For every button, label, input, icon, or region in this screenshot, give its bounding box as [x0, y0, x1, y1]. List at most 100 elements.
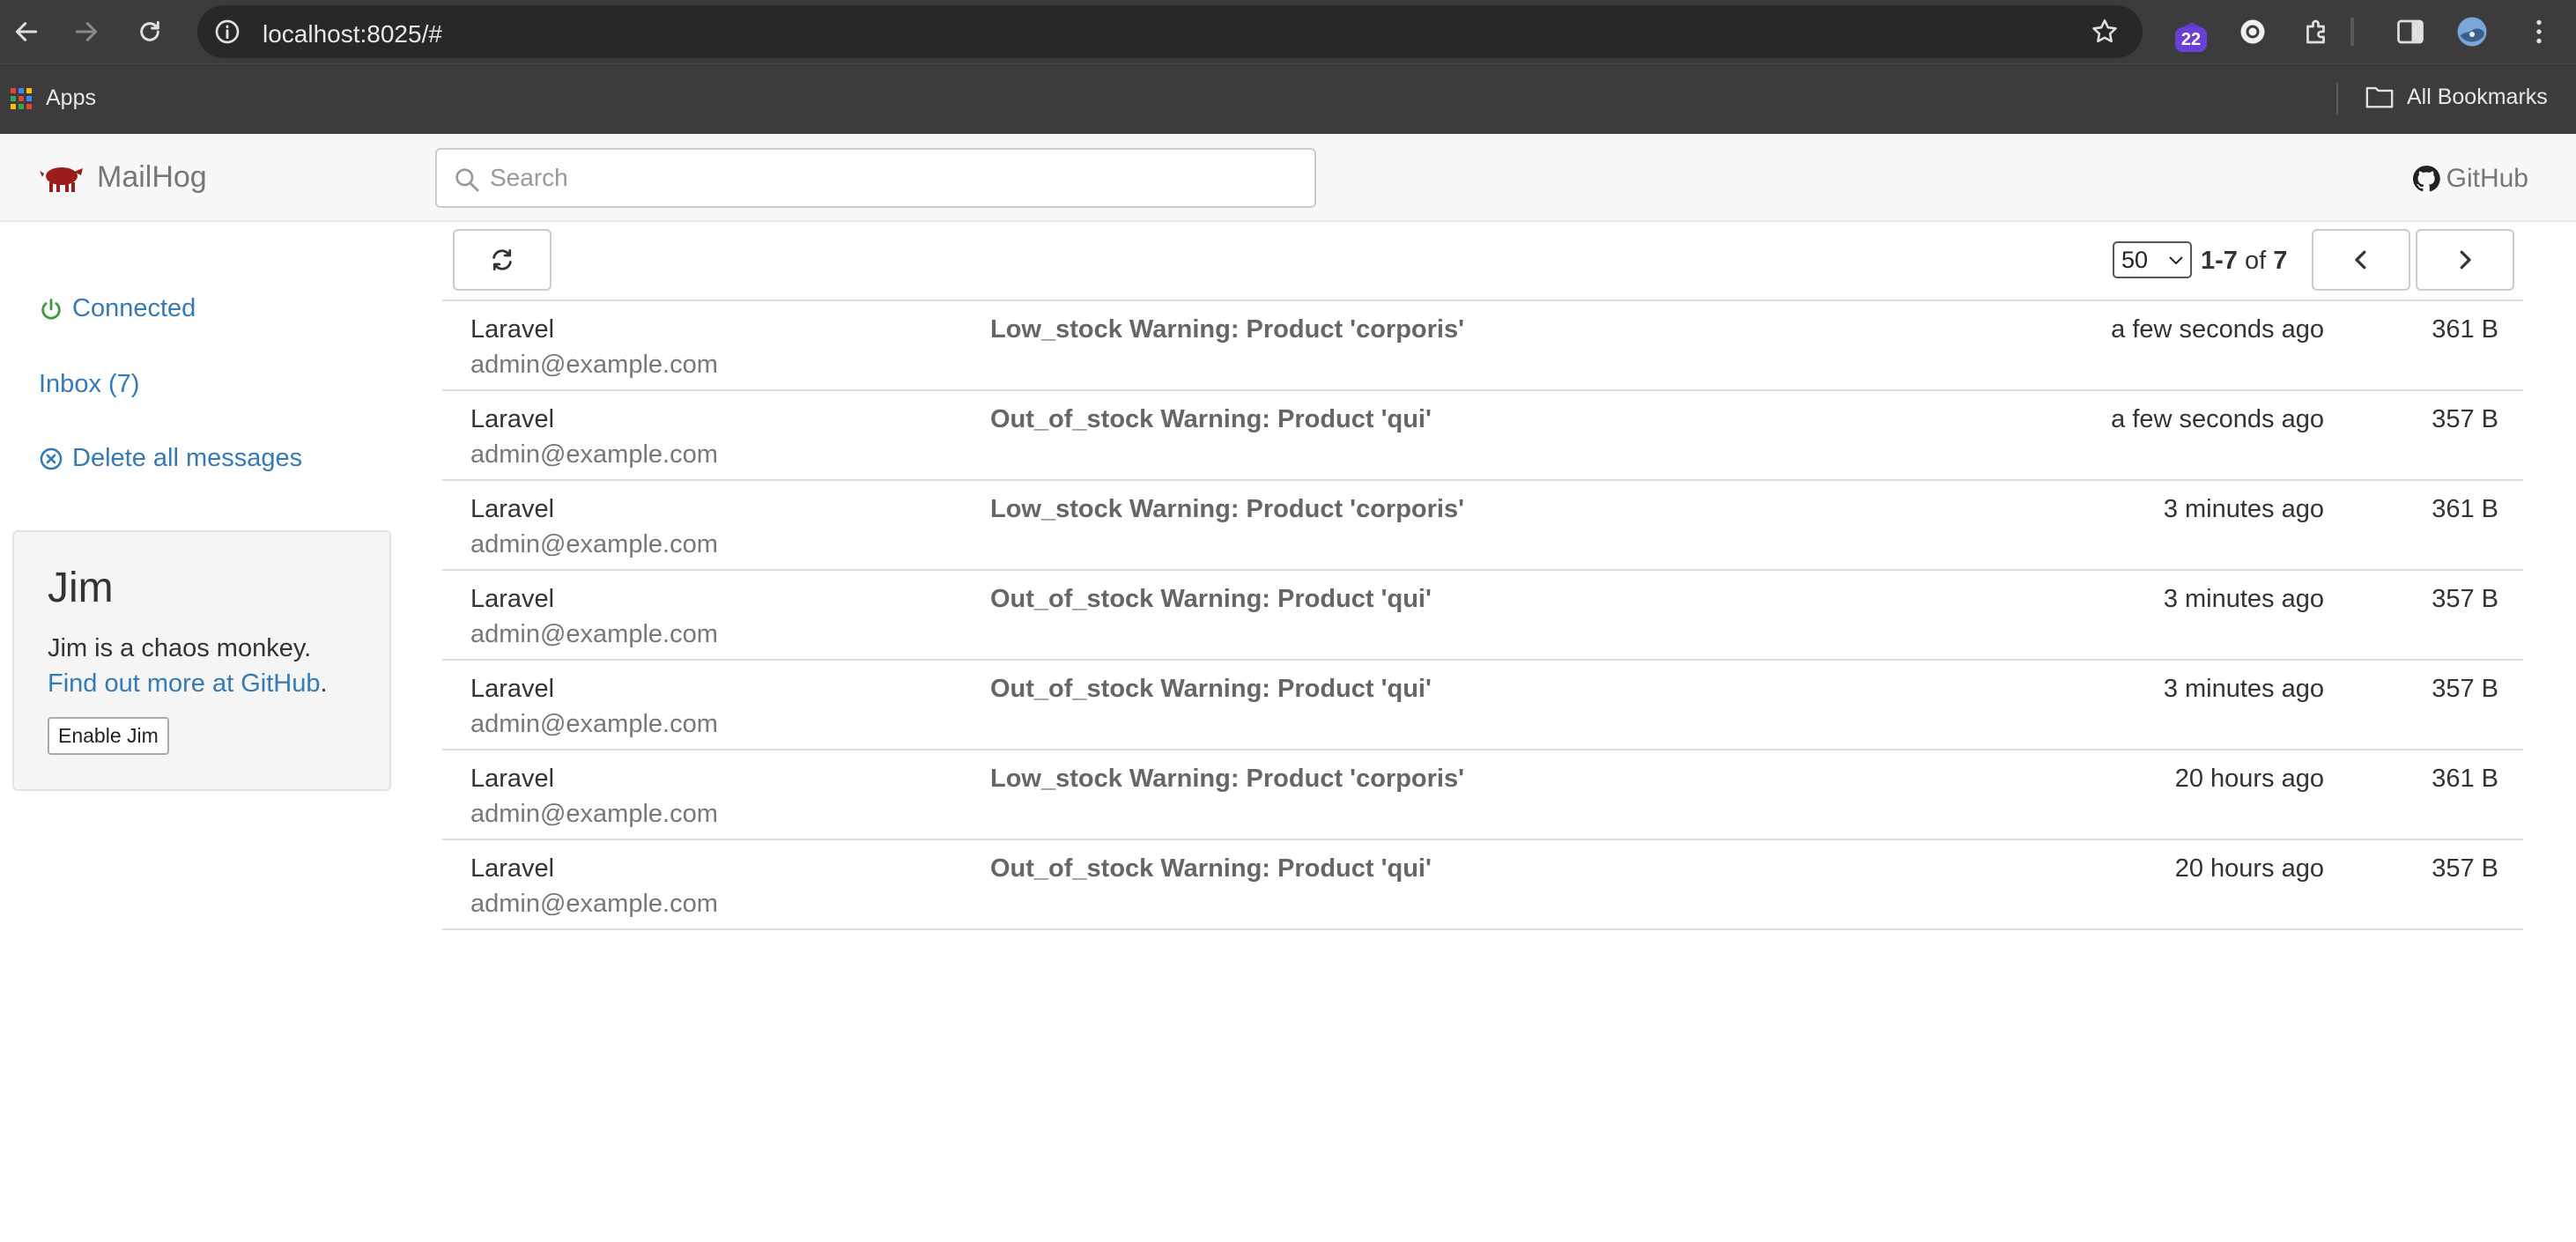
toolbar-divider — [2350, 18, 2354, 46]
delete-all-link[interactable]: Delete all messages — [39, 444, 302, 473]
github-label: GitHub — [2446, 164, 2528, 193]
chevron-right-icon — [2460, 250, 2471, 270]
message-size: 357 B — [2432, 854, 2498, 883]
message-row[interactable]: Laravel admin@example.com Out_of_stock W… — [442, 840, 2523, 930]
bookmark-star-icon[interactable] — [2090, 17, 2120, 47]
page-size-select[interactable]: 50 — [2113, 241, 2192, 278]
all-bookmarks-button[interactable]: All Bookmarks — [2365, 84, 2548, 110]
message-size: 361 B — [2432, 765, 2498, 793]
pig-logo-icon — [40, 166, 83, 192]
message-time: 3 minutes ago — [2163, 585, 2324, 613]
message-from: Laravel — [470, 405, 555, 433]
github-icon — [2412, 166, 2440, 192]
message-size: 357 B — [2432, 585, 2498, 613]
inbox-label: Inbox (7) — [39, 370, 140, 398]
message-size: 357 B — [2432, 405, 2498, 433]
chevron-left-icon — [2355, 250, 2366, 270]
message-list: Laravel admin@example.com Low_stock Warn… — [442, 299, 2523, 930]
message-address: admin@example.com — [470, 620, 718, 648]
address-bar[interactable]: localhost:8025/# — [197, 5, 2143, 58]
apps-grid-icon — [11, 87, 32, 109]
message-subject: Low_stock Warning: Product 'corporis' — [990, 765, 1464, 793]
extension-circle-icon — [2240, 19, 2265, 44]
message-row[interactable]: Laravel admin@example.com Out_of_stock W… — [442, 571, 2523, 661]
message-size: 357 B — [2432, 675, 2498, 703]
message-address: admin@example.com — [470, 710, 718, 738]
message-time: 3 minutes ago — [2163, 675, 2324, 703]
apps-label: Apps — [46, 85, 96, 110]
message-subject: Out_of_stock Warning: Product 'qui' — [990, 854, 1432, 883]
message-address: admin@example.com — [470, 890, 718, 918]
sidebar: Connected Inbox (7) Delete all messages … — [0, 224, 405, 1242]
extension-circle[interactable] — [2235, 14, 2270, 49]
remove-circle-icon — [40, 447, 63, 469]
brand-link[interactable]: MailHog — [39, 160, 207, 195]
inbox-link[interactable]: Inbox (7) — [39, 370, 139, 399]
message-from: Laravel — [470, 315, 555, 344]
message-time: a few seconds ago — [2111, 405, 2324, 433]
kebab-menu-icon — [2536, 19, 2542, 44]
message-subject: Low_stock Warning: Product 'corporis' — [990, 495, 1464, 523]
puzzle-icon — [2306, 19, 2325, 44]
folder-icon — [2365, 86, 2394, 108]
back-button[interactable] — [9, 14, 44, 49]
side-panel-button[interactable] — [2393, 14, 2428, 49]
bookmarks-divider — [2336, 82, 2338, 115]
bookmarks-bar: Apps All Bookmarks — [0, 63, 2576, 134]
browser-menu-button[interactable] — [2521, 14, 2557, 49]
reload-icon — [140, 20, 159, 41]
url-text: localhost:8025/# — [263, 20, 442, 48]
delete-all-label: Delete all messages — [72, 444, 303, 472]
apps-bookmark[interactable]: Apps — [9, 85, 96, 111]
enable-jim-button[interactable]: Enable Jim — [48, 717, 169, 755]
message-from: Laravel — [470, 854, 555, 883]
message-subject: Out_of_stock Warning: Product 'qui' — [990, 405, 1432, 433]
message-subject: Out_of_stock Warning: Product 'qui' — [990, 675, 1432, 703]
search-box[interactable] — [435, 148, 1316, 208]
back-arrow-icon — [15, 22, 38, 41]
jim-link-suffix: . — [320, 669, 328, 698]
page-size-value: 50 — [2121, 246, 2149, 273]
message-time: 20 hours ago — [2174, 765, 2324, 793]
message-size: 361 B — [2432, 315, 2498, 344]
message-size: 361 B — [2432, 495, 2498, 523]
message-row[interactable]: Laravel admin@example.com Low_stock Warn… — [442, 750, 2523, 840]
jim-description-text: Jim is a chaos monkey. — [48, 634, 312, 662]
range-of: of — [2244, 247, 2267, 275]
pagination-range: 1-7 of 7 — [2201, 247, 2287, 276]
jim-title: Jim — [48, 565, 114, 611]
message-time: 20 hours ago — [2174, 854, 2324, 883]
range-total: 7 — [2273, 247, 2288, 275]
side-panel-icon — [2397, 19, 2424, 44]
message-address: admin@example.com — [470, 800, 718, 828]
message-row[interactable]: Laravel admin@example.com Out_of_stock W… — [442, 391, 2523, 481]
message-row[interactable]: Laravel admin@example.com Low_stock Warn… — [442, 481, 2523, 571]
profile-avatar[interactable] — [2454, 14, 2490, 49]
github-link[interactable]: GitHub — [2411, 164, 2528, 194]
reload-button[interactable] — [132, 14, 167, 49]
message-from: Laravel — [470, 495, 555, 523]
refresh-button[interactable] — [453, 229, 551, 291]
message-toolbar: 50 1-7 of 7 — [453, 229, 2523, 299]
site-info-icon[interactable] — [213, 18, 241, 46]
connected-label: Connected — [72, 294, 196, 322]
search-input[interactable] — [490, 159, 1300, 197]
message-address: admin@example.com — [470, 351, 718, 379]
app-navbar: MailHog GitHub — [0, 134, 2576, 222]
previous-page-button[interactable] — [2312, 229, 2410, 291]
message-row[interactable]: Laravel admin@example.com Out_of_stock W… — [442, 661, 2523, 750]
refresh-icon — [492, 249, 512, 270]
message-from: Laravel — [470, 675, 555, 703]
power-icon — [41, 298, 61, 320]
forward-button[interactable] — [69, 14, 104, 49]
message-address: admin@example.com — [470, 440, 718, 469]
jim-panel: Jim Jim is a chaos monkey. Find out more… — [12, 530, 391, 791]
jim-github-link[interactable]: Find out more at GitHub — [48, 669, 320, 698]
search-icon — [455, 168, 479, 192]
message-row[interactable]: Laravel admin@example.com Low_stock Warn… — [442, 301, 2523, 391]
next-page-button[interactable] — [2416, 229, 2514, 291]
connected-status[interactable]: Connected — [39, 294, 196, 323]
all-bookmarks-label: All Bookmarks — [2407, 84, 2548, 109]
message-address: admin@example.com — [470, 530, 718, 558]
extensions-button[interactable] — [2299, 14, 2335, 49]
